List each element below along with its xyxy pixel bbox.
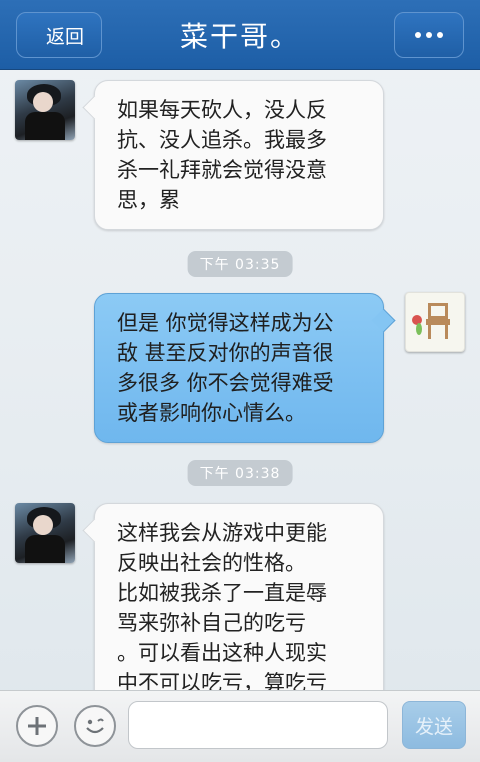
incoming-message-bubble[interactable]: 这样我会从游戏中更能 反映出社会的性格。 比如被我杀了一直是辱 骂来弥补自己的吃… [94, 503, 384, 690]
message-input[interactable] [128, 701, 388, 749]
message-text: 如果每天砍人，没人反 抗、没人追杀。我最多 杀一礼拜就会觉得没意 思，累 [117, 98, 327, 212]
chat-title: 菜干哥。 [179, 20, 300, 53]
plus-icon [28, 717, 46, 735]
plus-icon[interactable] [16, 705, 58, 747]
message-list[interactable]: 如果每天砍人，没人反 抗、没人追杀。我最多 杀一礼拜就会觉得没意 思，累 下午 … [0, 70, 480, 690]
send-button[interactable]: 发送 [402, 701, 466, 749]
more-button[interactable] [394, 12, 464, 58]
message-timestamp: 下午 03:35 [187, 251, 293, 277]
self-avatar[interactable] [405, 292, 465, 352]
message-text: 但是 你觉得这样成为公 敌 甚至反对你的声音很 多很多 你不会觉得难受 或者影响… [117, 311, 334, 425]
message-timestamp: 下午 03:38 [187, 460, 293, 486]
contact-avatar[interactable] [15, 503, 75, 563]
back-button[interactable]: 返回 [16, 12, 102, 58]
more-dots-icon [437, 32, 443, 38]
contact-avatar[interactable] [15, 80, 75, 140]
back-button-label: 返回 [45, 25, 84, 48]
incoming-message-bubble[interactable]: 如果每天砍人，没人反 抗、没人追杀。我最多 杀一礼拜就会觉得没意 思，累 [94, 80, 384, 230]
message-text: 这样我会从游戏中更能 反映出社会的性格。 比如被我杀了一直是辱 骂来弥补自己的吃… [117, 521, 327, 690]
input-bar: 发送 [0, 690, 480, 762]
outgoing-message-bubble[interactable]: 但是 你觉得这样成为公 敌 甚至反对你的声音很 多很多 你不会觉得难受 或者影响… [94, 293, 384, 443]
emoji-button[interactable] [74, 705, 116, 747]
emoji-icon [86, 718, 104, 734]
more-dots-icon [415, 32, 421, 38]
more-dots-icon [426, 32, 432, 38]
send-button-label: 发送 [414, 715, 453, 738]
chat-header: 返回 菜干哥。 [0, 0, 480, 70]
